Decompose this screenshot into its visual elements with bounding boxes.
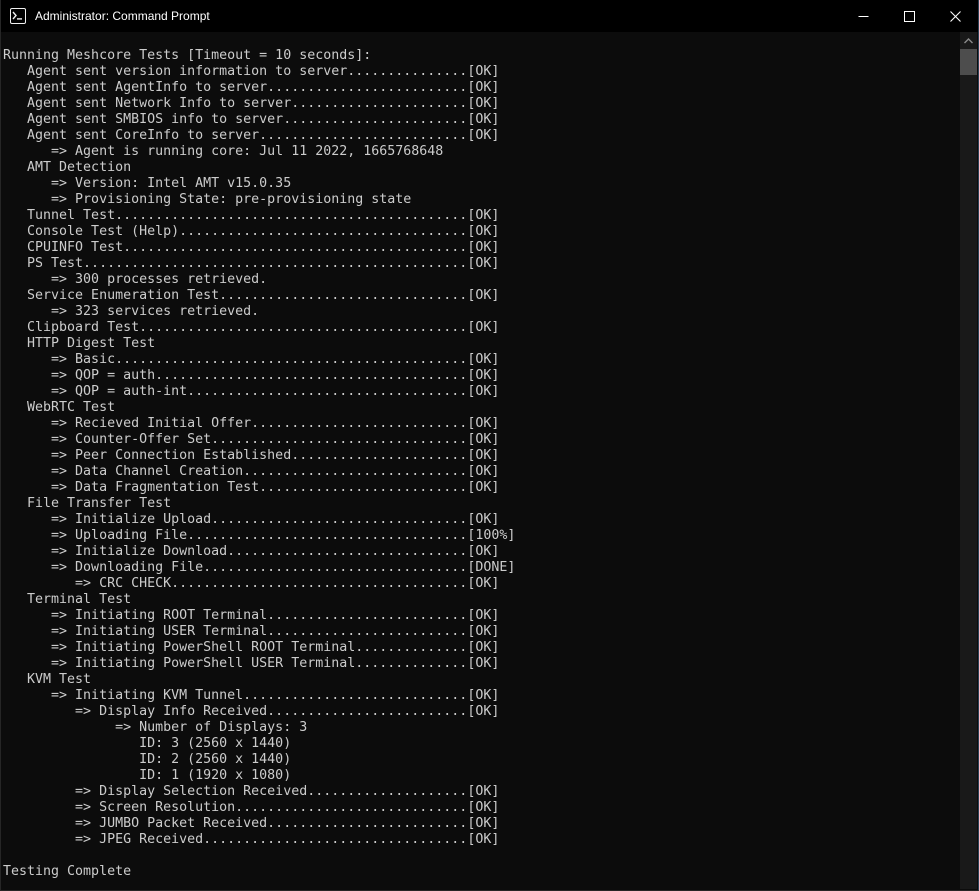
console-line: => 300 processes retrieved. xyxy=(3,272,960,288)
console-line: ID: 2 (2560 x 1440) xyxy=(3,752,960,768)
scrollbar-thumb[interactable] xyxy=(960,49,977,75)
console-line: => Initiating ROOT Terminal.............… xyxy=(3,608,960,624)
console-line: ID: 3 (2560 x 1440) xyxy=(3,736,960,752)
console-line: => Counter-Offer Set....................… xyxy=(3,432,960,448)
console-line: ID: 1 (1920 x 1080) xyxy=(3,768,960,784)
console-line: => Data Channel Creation................… xyxy=(3,464,960,480)
window-title: Administrator: Command Prompt xyxy=(35,9,840,23)
console-viewport[interactable]: Running Meshcore Tests [Timeout = 10 sec… xyxy=(2,32,960,889)
cmd-prompt-icon[interactable] xyxy=(10,8,26,24)
console-line: Service Enumeration Test................… xyxy=(3,288,960,304)
console-line: => Screen Resolution....................… xyxy=(3,800,960,816)
console-line: Agent sent version information to server… xyxy=(3,64,960,80)
console-line: => Provisioning State: pre-provisioning … xyxy=(3,192,960,208)
console-line: => JPEG Received........................… xyxy=(3,832,960,848)
minimize-button[interactable] xyxy=(840,0,886,32)
close-button[interactable] xyxy=(932,0,978,32)
maximize-button[interactable] xyxy=(886,0,932,32)
console-line xyxy=(3,848,960,864)
console-line: => Initialize Download..................… xyxy=(3,544,960,560)
titlebar[interactable]: Administrator: Command Prompt xyxy=(1,0,978,32)
console-line: Agent sent CoreInfo to server...........… xyxy=(3,128,960,144)
console-line: Agent sent SMBIOS info to server........… xyxy=(3,112,960,128)
console-line: => Basic................................… xyxy=(3,352,960,368)
console-line: => QOP = auth...........................… xyxy=(3,368,960,384)
console-line: AMT Detection xyxy=(3,160,960,176)
minimize-icon xyxy=(858,11,869,22)
window-controls xyxy=(840,0,978,32)
console-line: PS Test.................................… xyxy=(3,256,960,272)
console-line: => Initiating PowerShell ROOT Terminal..… xyxy=(3,640,960,656)
console-line: Running Meshcore Tests [Timeout = 10 sec… xyxy=(3,48,960,64)
console-line: => Initiating KVM Tunnel................… xyxy=(3,688,960,704)
console-line: => JUMBO Packet Received................… xyxy=(3,816,960,832)
console-line: => Initialize Upload....................… xyxy=(3,512,960,528)
console-line: => Version: Intel AMT v15.0.35 xyxy=(3,176,960,192)
console-line: => Recieved Initial Offer...............… xyxy=(3,416,960,432)
console-line: Testing Complete xyxy=(3,864,960,880)
console-line: => QOP = auth-int.......................… xyxy=(3,384,960,400)
console-line: => Peer Connection Established..........… xyxy=(3,448,960,464)
console-line: => Display Info Received................… xyxy=(3,704,960,720)
console-line: Tunnel Test.............................… xyxy=(3,208,960,224)
scrollbar-track[interactable] xyxy=(960,32,977,889)
console-line: => Initiating PowerShell USER Terminal..… xyxy=(3,656,960,672)
command-prompt-window: Administrator: Command Prompt Running M xyxy=(0,0,979,891)
console-line: Agent sent AgentInfo to server..........… xyxy=(3,80,960,96)
console-line: HTTP Digest Test xyxy=(3,336,960,352)
console-line: => Uploading File.......................… xyxy=(3,528,960,544)
console-line: KVM Test xyxy=(3,672,960,688)
chevron-up-icon xyxy=(964,38,973,44)
console-line: Terminal Test xyxy=(3,592,960,608)
close-icon xyxy=(950,11,961,22)
console-output: Running Meshcore Tests [Timeout = 10 sec… xyxy=(3,48,960,880)
console-line: => Number of Displays: 3 xyxy=(3,720,960,736)
console-line: => Agent is running core: Jul 11 2022, 1… xyxy=(3,144,960,160)
console-line: Clipboard Test..........................… xyxy=(3,320,960,336)
console-line: WebRTC Test xyxy=(3,400,960,416)
console-line: => Data Fragmentation Test..............… xyxy=(3,480,960,496)
maximize-icon xyxy=(904,11,915,22)
console-line: => Downloading File.....................… xyxy=(3,560,960,576)
console-line: File Transfer Test xyxy=(3,496,960,512)
console-line: => Display Selection Received...........… xyxy=(3,784,960,800)
console-line: => CRC CHECK............................… xyxy=(3,576,960,592)
scroll-up-button[interactable] xyxy=(960,32,977,49)
console-line: CPUINFO Test............................… xyxy=(3,240,960,256)
console-line: Console Test (Help).....................… xyxy=(3,224,960,240)
console-line: Agent sent Network Info to server.......… xyxy=(3,96,960,112)
console-line: => Initiating USER Terminal.............… xyxy=(3,624,960,640)
console-line: => 323 services retrieved. xyxy=(3,304,960,320)
